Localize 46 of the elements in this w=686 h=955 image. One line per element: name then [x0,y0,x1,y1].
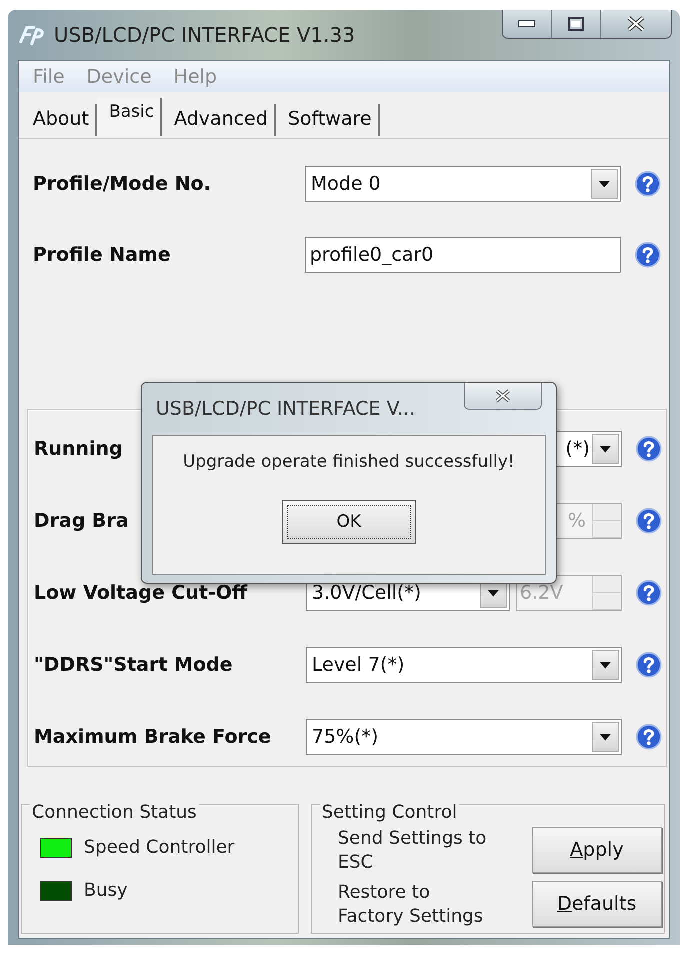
dropdown-value: Mode 0 [310,173,382,195]
tab[interactable]: Software [276,104,380,136]
tab[interactable]: Advanced [162,104,276,136]
input-field[interactable]: profile0_car0 [305,237,621,273]
close-icon [626,16,646,32]
help-icon[interactable] [635,171,661,197]
setting-label: Maximum Brake Force [34,726,272,748]
maximize-icon [568,17,584,31]
close-button[interactable] [464,383,542,410]
maximize-button[interactable] [552,10,601,38]
dropdown-value: 3.0V/Cell(*) [311,582,422,604]
setting-description: Send Settings to ESC [338,827,488,875]
action-button[interactable]: Defaults [532,881,662,927]
setting-label: Profile/Mode No. [33,173,212,195]
group-title: Setting Control [320,802,460,823]
dropdown-value: (*) [564,438,591,460]
dialog-title: USB/LCD/PC INTERFACE V... [155,398,416,420]
setting-label: Running [34,438,124,460]
dropdown-value: Level 7(*) [311,654,406,676]
setting-description: Restore to Factory Settings [338,881,484,929]
help-icon[interactable] [635,242,661,268]
setting-label: Profile Name [33,244,172,266]
help-icon[interactable] [636,724,662,750]
setting-label: Drag Bra [34,510,130,532]
ok-button[interactable]: OK [282,500,416,544]
help-icon[interactable] [636,508,662,534]
app-logo-icon [18,24,46,46]
dropdown[interactable]: 75%(*) [306,719,622,755]
help-icon[interactable] [636,652,662,678]
help-icon[interactable] [636,580,662,606]
tab[interactable]: Basic [97,98,162,136]
setting-label: Low Voltage Cut-Off [34,582,249,604]
help-icon[interactable] [636,436,662,462]
dialog-message: Upgrade operate finished successfully! [183,452,515,472]
dropdown-value: 75%(*) [311,726,380,748]
window-title: USB/LCD/PC INTERFACE V1.33 [54,23,356,47]
close-icon [494,389,512,403]
action-button[interactable]: Apply [532,827,662,873]
close-button[interactable] [601,10,671,38]
status-label: Busy [84,880,128,901]
minimize-button[interactable] [503,10,552,38]
setting-label: "DDRS"Start Mode [34,654,234,676]
status-label: Speed Controller [84,837,235,858]
minimize-icon [518,20,536,28]
dropdown[interactable]: Level 7(*) [306,647,622,683]
dropdown[interactable]: Mode 0 [305,166,621,202]
